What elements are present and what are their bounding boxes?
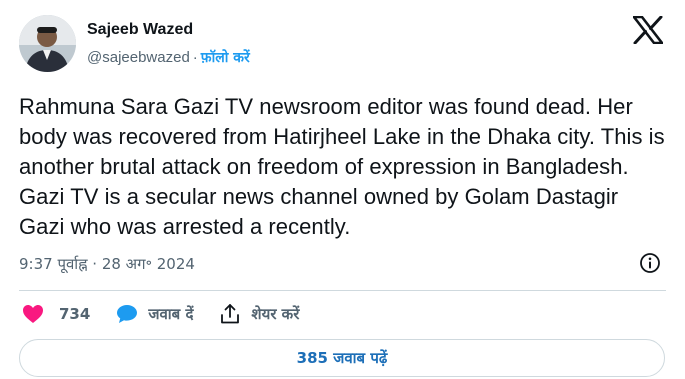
heart-icon — [23, 305, 43, 323]
avatar[interactable] — [19, 15, 76, 72]
separator-dot: · — [192, 49, 198, 66]
author-name[interactable]: Sajeeb Wazed — [87, 21, 193, 39]
share-icon — [221, 304, 240, 324]
read-replies-label: 385 जवाब पढ़ें — [296, 349, 388, 367]
author-handle-row: @sajeebwazed · फ़ॉलो करें — [87, 48, 250, 67]
share-button[interactable]: शेयर करें — [219, 303, 299, 325]
like-button[interactable]: 734 — [22, 304, 90, 324]
read-replies-button[interactable]: 385 जवाब पढ़ें — [19, 339, 665, 377]
divider — [19, 290, 666, 291]
info-icon[interactable] — [639, 252, 661, 274]
avatar-image — [19, 15, 76, 72]
like-count: 734 — [59, 305, 91, 323]
action-bar: 734 जवाब दें शेयर करें — [22, 300, 325, 328]
reply-label: जवाब दें — [148, 305, 194, 323]
tweet-text: Rahmuna Sara Gazi TV newsroom editor was… — [19, 94, 665, 239]
x-logo-icon[interactable] — [632, 15, 664, 45]
share-label: शेयर करें — [251, 305, 300, 323]
follow-link[interactable]: फ़ॉलो करें — [201, 50, 250, 66]
reply-button[interactable]: जवाब दें — [116, 304, 193, 324]
author-handle[interactable]: @sajeebwazed — [87, 49, 190, 66]
tweet-timestamp[interactable]: 9:37 पूर्वाह्न · 28 अग॰ 2024 — [19, 254, 195, 274]
speech-bubble-icon — [117, 305, 138, 323]
